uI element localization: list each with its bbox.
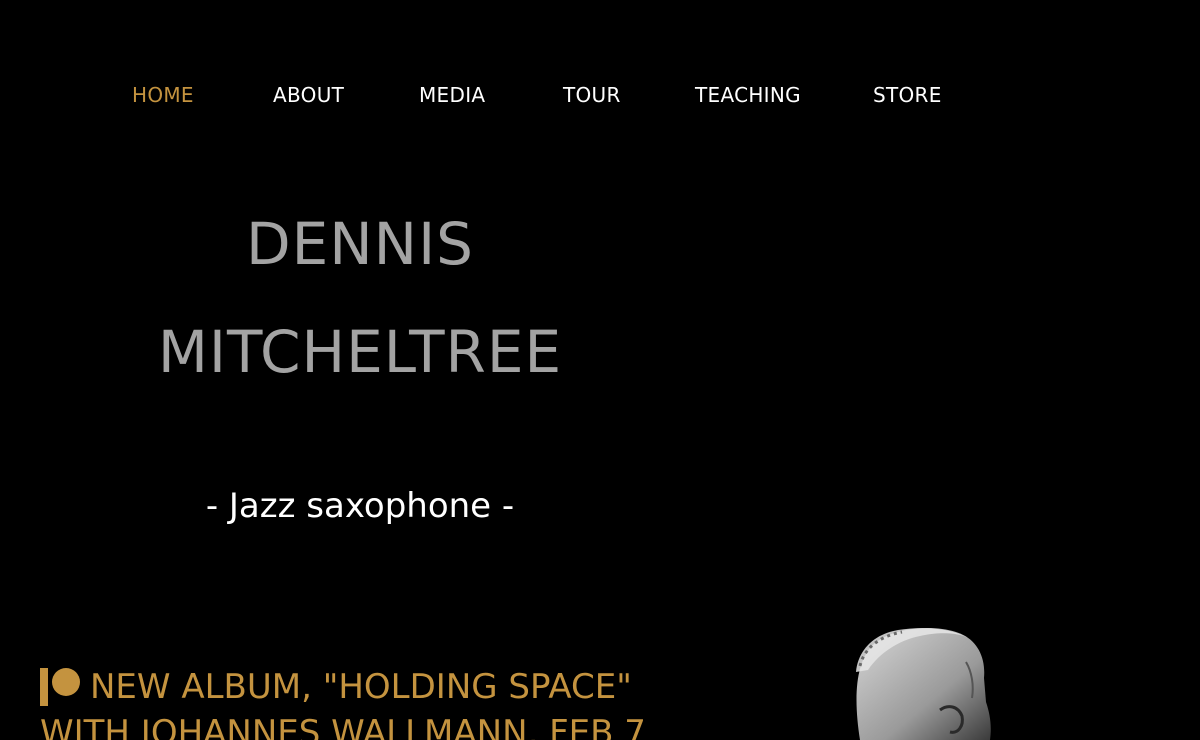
nav-item-store[interactable]: STORE [873, 78, 942, 112]
patreon-icon[interactable] [40, 667, 82, 707]
artist-photo [840, 622, 1040, 740]
main-nav: HOME ABOUT MEDIA TOUR TEACHING STORE [0, 78, 1200, 112]
nav-item-about[interactable]: ABOUT [273, 78, 344, 112]
news-line-2: WITH JOHANNES WALLMANN, FEB 7 [40, 713, 646, 740]
hero-tagline: - Jazz saxophone - [205, 486, 515, 526]
news-headline-row: NEW ALBUM, "HOLDING SPACE" [40, 664, 740, 710]
nav-item-home[interactable]: HOME [132, 78, 194, 112]
hero-last-name: MITCHELTREE [157, 318, 563, 386]
news-line-1: NEW ALBUM, "HOLDING SPACE" [90, 667, 632, 707]
hero-first-name: DENNIS [245, 210, 474, 278]
nav-item-media[interactable]: MEDIA [419, 78, 485, 112]
nav-item-teaching[interactable]: TEACHING [695, 78, 801, 112]
news-announcement[interactable]: NEW ALBUM, "HOLDING SPACE" WITH JOHANNES… [40, 664, 740, 740]
nav-item-tour[interactable]: TOUR [563, 78, 621, 112]
